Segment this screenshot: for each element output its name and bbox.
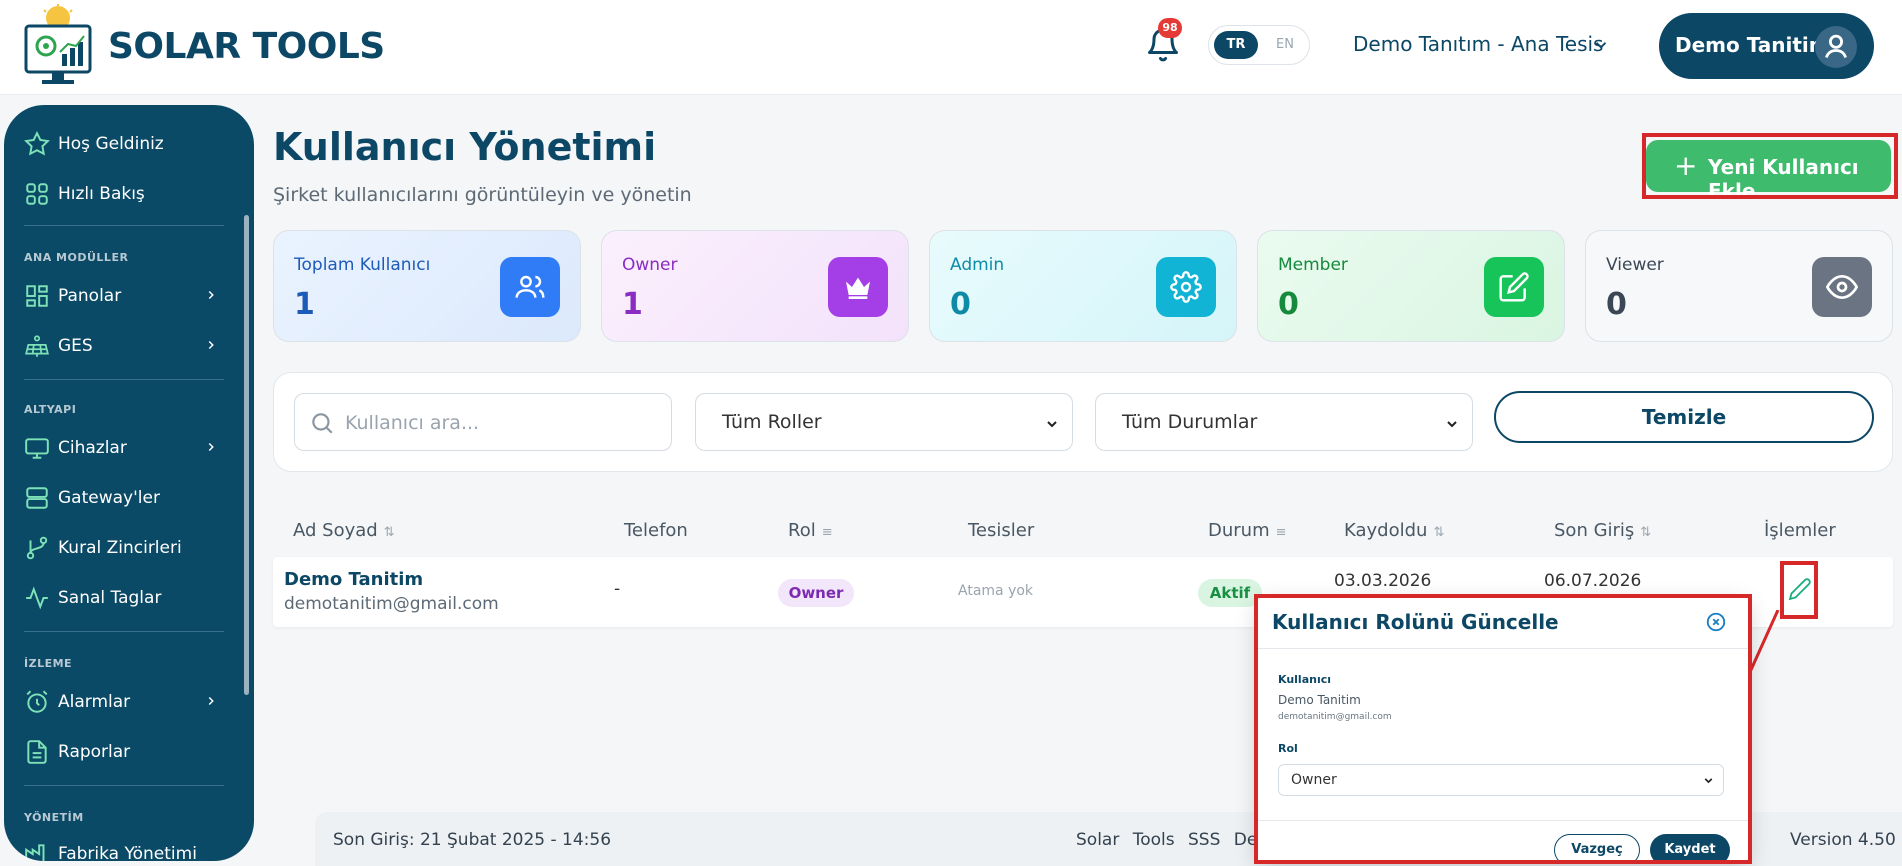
language-toggle[interactable]: TR EN [1208,25,1310,65]
column-header-last-login[interactable]: Son Giriş ⇅ [1554,520,1651,541]
user-name: Demo Tanitim [1675,33,1830,57]
sidebar-section-title: İZLEME [24,657,73,670]
column-header-name[interactable]: Ad Soyad ⇅ [293,520,395,541]
sidebar-scrollbar[interactable] [244,215,249,695]
lang-tr-option[interactable]: TR [1214,31,1258,59]
sidebar-divider [24,379,224,380]
column-header-phone: Telefon [624,520,688,541]
sidebar-item-quick-view[interactable]: Hızlı Bakış [24,179,224,209]
stat-card-total-users: Toplam Kullanıcı 1 [273,230,581,342]
clear-filters-button[interactable]: Temizle [1494,391,1874,443]
chevron-down-icon [1447,421,1457,428]
sort-icon: ≡ [1275,525,1287,540]
sort-icon: ⇅ [1640,525,1652,540]
sort-icon: ⇅ [1433,525,1445,540]
column-header-actions: İşlemler [1764,520,1836,541]
user-menu-button[interactable]: Demo Tanitim [1659,13,1874,79]
stat-card-owner: Owner 1 [601,230,909,342]
column-header-facilities: Tesisler [968,520,1035,541]
user-email-cell: demotanitim@gmail.com [284,594,499,614]
lang-en-option[interactable]: EN [1265,31,1305,59]
status-filter-select[interactable]: Tüm Durumlar [1095,393,1473,451]
column-header-registered[interactable]: Kaydoldu ⇅ [1344,520,1444,541]
grid-icon [26,183,48,205]
top-header: SOLAR TOOLS 98 TR EN Demo Tanıtım - Ana … [0,0,1902,95]
facility-selector[interactable]: Demo Tanıtım - Ana Tesis [1353,32,1603,56]
eye-icon [1826,274,1858,300]
chevron-right-icon [208,340,214,350]
filter-bar: Tüm Roller Tüm Durumlar Temizle [273,372,1893,472]
chevron-down-icon[interactable] [1592,36,1610,54]
gear-icon [1170,271,1202,303]
sidebar-section-title: ANA MODÜLLER [24,251,129,264]
users-icon [515,275,545,298]
sidebar-item-reports[interactable]: Raporlar [24,737,224,767]
chevron-down-icon [1047,421,1057,428]
dashboard-icon [26,285,48,307]
sort-icon: ⇅ [383,525,395,540]
search-input[interactable] [345,408,655,438]
sidebar-item-panels[interactable]: Panolar [24,281,224,311]
edit-icon [1499,272,1529,302]
version-label: Version 4.50 [1790,830,1896,850]
chevron-right-icon [208,442,214,452]
sidebar-divider [24,631,224,632]
solar-panel-icon [25,335,49,357]
document-icon [27,740,47,764]
star-icon [24,131,50,156]
sidebar-section-title: ALTYAPI [24,403,77,416]
column-header-role[interactable]: Rol ≡ [788,520,833,541]
sidebar-item-virtual-tags[interactable]: Sanal Taglar [24,583,224,613]
highlight-box [1254,594,1752,864]
solar-tools-logo-icon[interactable] [22,4,94,90]
sidebar: Hoş Geldiniz Hızlı Bakış ANA MODÜLLER Pa… [4,105,254,861]
git-branch-icon [26,536,48,560]
factory-icon [25,844,45,861]
highlight-box [1642,133,1898,199]
sidebar-item-gateways[interactable]: Gateway'ler [24,483,224,513]
role-filter-select[interactable]: Tüm Roller [695,393,1073,451]
stat-card-member: Member 0 [1257,230,1565,342]
column-header-status[interactable]: Durum ≡ [1208,520,1287,541]
status-badge: Aktif [1198,579,1262,607]
sidebar-item-devices[interactable]: Cihazlar [24,433,224,463]
phone-cell: - [614,579,621,599]
role-badge: Owner [778,579,854,607]
user-name-cell: Demo Tanitim [284,569,424,590]
sidebar-item-ges[interactable]: GES [24,331,224,361]
server-icon [26,487,48,509]
stat-card-viewer: Viewer 0 [1585,230,1893,342]
brand-name: SOLAR TOOLS [108,26,385,67]
sidebar-item-factory-management[interactable]: Fabrika Yönetimi [24,839,224,861]
sort-icon: ≡ [821,525,833,540]
sidebar-item-rule-chains[interactable]: Kural Zincirleri [24,533,224,563]
sidebar-divider [24,785,224,786]
page-title: Kullanıcı Yönetimi [273,125,657,169]
monitor-icon [25,438,49,459]
chevron-right-icon [208,290,214,300]
page-subtitle: Şirket kullanıcılarını görüntüleyin ve y… [273,184,692,206]
last-login-cell: 06.07.2026 [1544,571,1642,591]
alarm-clock-icon [26,690,48,713]
chevron-right-icon [208,696,214,706]
sidebar-item-alarms[interactable]: Alarmlar [24,687,224,717]
notification-count-badge: 98 [1158,18,1182,38]
search-icon [312,413,333,434]
registered-date-cell: 03.03.2026 [1334,571,1432,591]
search-box[interactable] [294,393,672,451]
sidebar-divider [24,225,224,226]
facilities-cell: Atama yok [958,583,1034,599]
crown-icon [846,277,870,299]
activity-icon [26,586,48,610]
last-login-info: Son Giriş: 21 Şubat 2025 - 14:56 [333,830,612,850]
avatar [1815,26,1857,68]
user-icon [1825,34,1847,59]
footer-links[interactable]: Solar Tools SSS De [1076,830,1257,850]
stat-card-admin: Admin 0 [929,230,1237,342]
sidebar-item-welcome[interactable]: Hoş Geldiniz [24,129,224,159]
sidebar-section-title: YÖNETİM [24,811,84,824]
